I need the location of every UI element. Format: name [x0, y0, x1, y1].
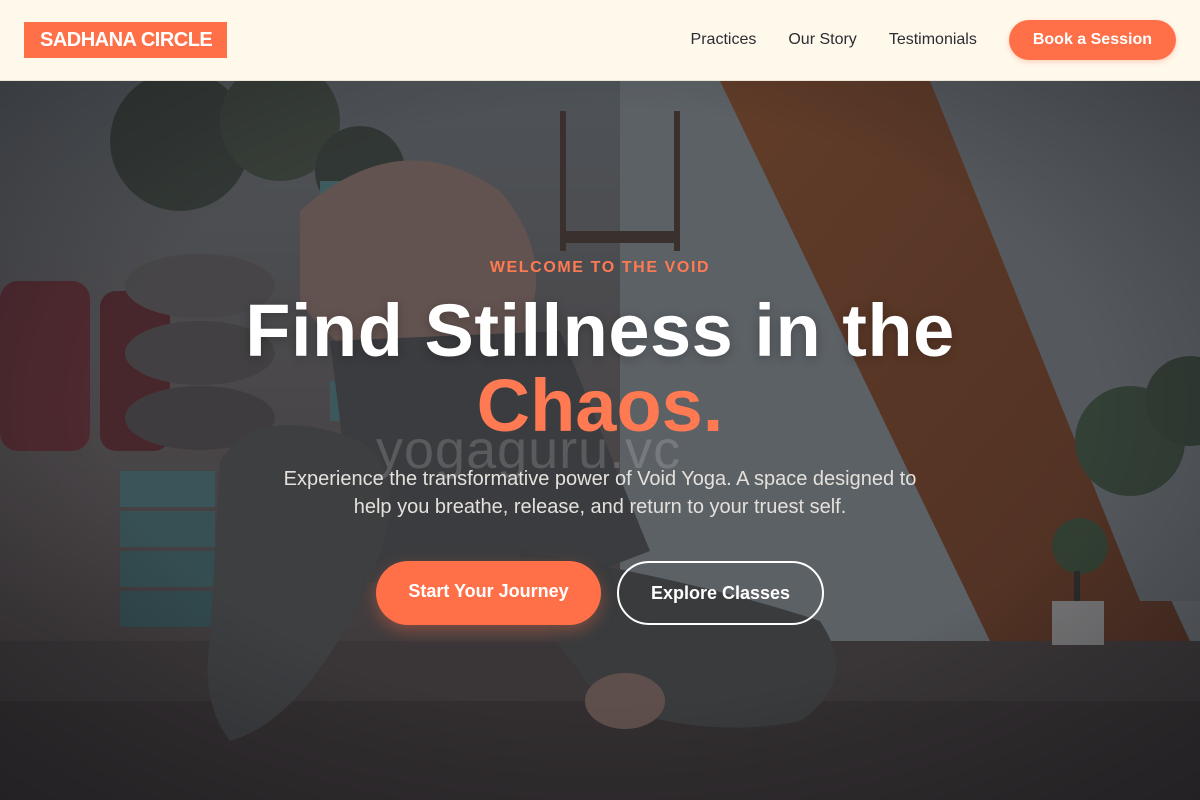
- hero-section: WELCOME TO THE VOID yogaguru.vc Find Sti…: [0, 81, 1200, 800]
- explore-classes-button[interactable]: Explore Classes: [617, 561, 824, 625]
- hero-subtitle: Experience the transformative power of V…: [283, 468, 917, 518]
- nav-link-our-story[interactable]: Our Story: [788, 31, 856, 49]
- hero-headline: Find Stillness in the: [245, 289, 955, 372]
- hero-headline-accent: Chaos.: [476, 364, 724, 447]
- hero-eyebrow: WELCOME TO THE VOID: [489, 259, 711, 276]
- book-session-button[interactable]: Book a Session: [1008, 20, 1176, 60]
- hero-cta-row: Start Your Journey Explore Classes: [0, 561, 1200, 625]
- hero-content: WELCOME TO THE VOID yogaguru.vc Find Sti…: [0, 81, 1200, 800]
- site-header: SADHANA CIRCLE Practices Our Story Testi…: [0, 0, 1200, 81]
- start-journey-button[interactable]: Start Your Journey: [376, 561, 601, 625]
- main-nav: Practices Our Story Testimonials Book a …: [691, 20, 1176, 60]
- nav-link-testimonials[interactable]: Testimonials: [889, 31, 977, 49]
- brand-logo[interactable]: SADHANA CIRCLE: [24, 22, 228, 58]
- nav-link-practices[interactable]: Practices: [691, 31, 757, 49]
